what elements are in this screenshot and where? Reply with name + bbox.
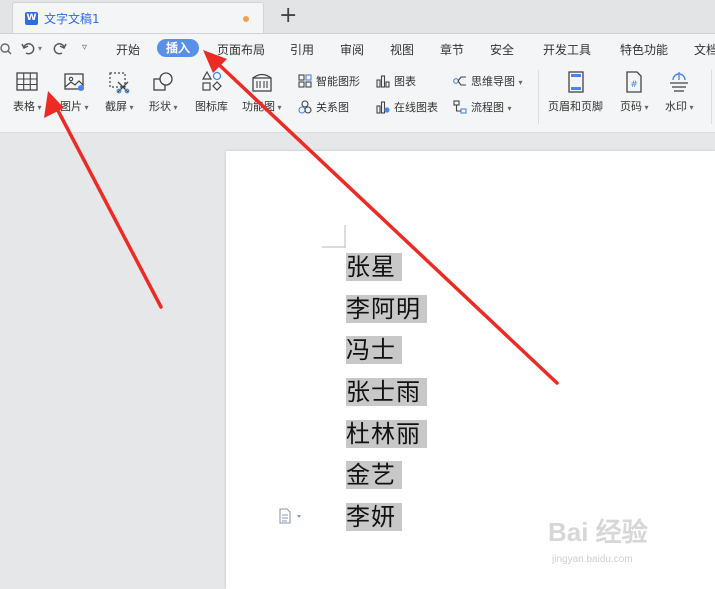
svg-text:#: #: [631, 80, 639, 90]
text-line[interactable]: 张士雨: [346, 372, 427, 414]
unsaved-dot-icon: [243, 16, 249, 22]
icon-library-button[interactable]: 图标库: [195, 70, 228, 114]
selected-text[interactable]: 金艺: [346, 461, 402, 490]
selected-text[interactable]: 张星: [346, 253, 402, 281]
selected-text[interactable]: 李阿明: [346, 294, 427, 323]
baidu-jingyan-watermark: Bai 经验 jingyan.baidu.com: [548, 510, 683, 570]
table-icon: [16, 72, 38, 91]
menu-view[interactable]: 视图: [390, 41, 414, 58]
selected-text[interactable]: 杜林丽: [346, 419, 427, 448]
picture-label: 图片: [60, 100, 89, 113]
paste-options-icon[interactable]: [278, 508, 304, 524]
flowchart-icon: [453, 100, 467, 114]
chart-icon: [376, 75, 390, 88]
watermark-sub-text: jingyan.baidu.com: [552, 554, 633, 565]
text-line[interactable]: 李阿明: [346, 289, 427, 331]
screenshot-icon: [109, 72, 130, 94]
undo-dropdown-icon[interactable]: ▾: [38, 44, 42, 53]
text-line[interactable]: 李妍: [346, 497, 427, 539]
mind-map-button[interactable]: 思维导图: [453, 74, 523, 90]
insert-ribbon: 表格 图片 截屏 形状: [0, 64, 715, 133]
icon-library-label: 图标库: [195, 100, 228, 113]
menu-special-features[interactable]: 特色功能: [620, 41, 668, 58]
undo-icon[interactable]: [21, 42, 35, 55]
ribbon-separator: [711, 70, 712, 124]
icon-library-icon: [201, 70, 222, 91]
document-text[interactable]: 张星 李阿明 冯士 张士雨 杜林丽 金艺 李妍: [346, 247, 427, 539]
menu-chapter[interactable]: 章节: [440, 41, 464, 58]
flowchart-button[interactable]: 流程图: [453, 100, 512, 116]
relation-chart-button[interactable]: 关系图: [298, 100, 349, 116]
online-chart-button[interactable]: 在线图表: [376, 100, 438, 116]
header-footer-label: 页眉和页脚: [548, 100, 603, 113]
text-line[interactable]: 冯士: [346, 330, 427, 372]
screenshot-button[interactable]: 截屏: [105, 70, 134, 114]
page-number-button[interactable]: # 页码: [620, 70, 649, 114]
menu-review[interactable]: 审阅: [340, 41, 364, 58]
tab-bar: W 文字文稿1 +: [0, 0, 715, 34]
picture-icon: [64, 73, 85, 91]
page-number-icon: #: [626, 71, 642, 93]
menu-security[interactable]: 安全: [490, 41, 514, 58]
document-tab[interactable]: W 文字文稿1: [12, 2, 264, 33]
chart-button[interactable]: 图表: [376, 74, 416, 90]
menu-document[interactable]: 文档: [694, 41, 715, 58]
menu-developer-tools[interactable]: 开发工具: [543, 41, 591, 58]
header-footer-icon: [567, 71, 584, 93]
wps-writer-logo-icon: W: [25, 12, 38, 25]
shapes-icon: [153, 72, 173, 91]
document-tab-title: 文字文稿1: [44, 12, 100, 26]
selected-text[interactable]: 冯士: [346, 336, 402, 365]
text-line[interactable]: 杜林丽: [346, 414, 427, 456]
smart-art-label: 智能图形: [316, 75, 360, 88]
picture-button[interactable]: 图片: [60, 70, 89, 114]
table-label: 表格: [13, 100, 42, 113]
menu-references[interactable]: 引用: [290, 41, 314, 58]
text-line[interactable]: 金艺: [346, 455, 427, 497]
selected-text[interactable]: 张士雨: [346, 378, 427, 407]
relation-chart-icon: [298, 100, 312, 114]
watermark-icon: [670, 72, 689, 92]
text-line[interactable]: 张星: [346, 247, 427, 289]
function-chart-label: 功能图: [242, 100, 282, 113]
function-chart-button[interactable]: 功能图: [242, 70, 282, 114]
online-chart-label: 在线图表: [394, 101, 438, 114]
smart-art-button[interactable]: 智能图形: [298, 74, 360, 90]
mind-map-icon: [453, 76, 466, 86]
shapes-label: 形状: [149, 100, 178, 113]
header-footer-button[interactable]: 页眉和页脚: [548, 70, 603, 114]
menu-page-layout[interactable]: 页面布局: [217, 41, 265, 58]
customize-quick-access-icon[interactable]: ▿: [82, 42, 87, 53]
search-icon[interactable]: [0, 43, 12, 55]
watermark-label: 水印: [665, 100, 694, 113]
chart-label: 图表: [394, 75, 416, 88]
menu-insert[interactable]: 插入: [157, 39, 200, 57]
shapes-button[interactable]: 形状: [149, 70, 178, 114]
page-number-label: 页码: [620, 100, 649, 113]
table-button[interactable]: 表格: [13, 70, 42, 114]
menu-home[interactable]: 开始: [116, 41, 140, 58]
watermark-button[interactable]: 水印: [665, 70, 694, 114]
watermark-main-text: Bai 经验: [548, 517, 648, 547]
relation-chart-label: 关系图: [316, 101, 349, 114]
redo-icon[interactable]: [53, 42, 67, 55]
ribbon-separator: [538, 70, 539, 124]
online-chart-icon: [376, 101, 390, 114]
flowchart-label: 流程图: [471, 101, 504, 114]
new-tab-button[interactable]: +: [279, 3, 297, 29]
function-chart-icon: [252, 73, 272, 92]
text-margin-corner-marker: [322, 225, 346, 248]
smart-art-icon: [298, 74, 312, 88]
mind-map-label: 思维导图: [471, 75, 515, 88]
selected-text[interactable]: 李妍: [346, 503, 402, 532]
menu-bar: ▾ ▿ 开始 插入 页面布局 引用 审阅 视图 章节 安全 开发工具 特色功能 …: [0, 34, 715, 64]
screenshot-label: 截屏: [105, 100, 134, 113]
